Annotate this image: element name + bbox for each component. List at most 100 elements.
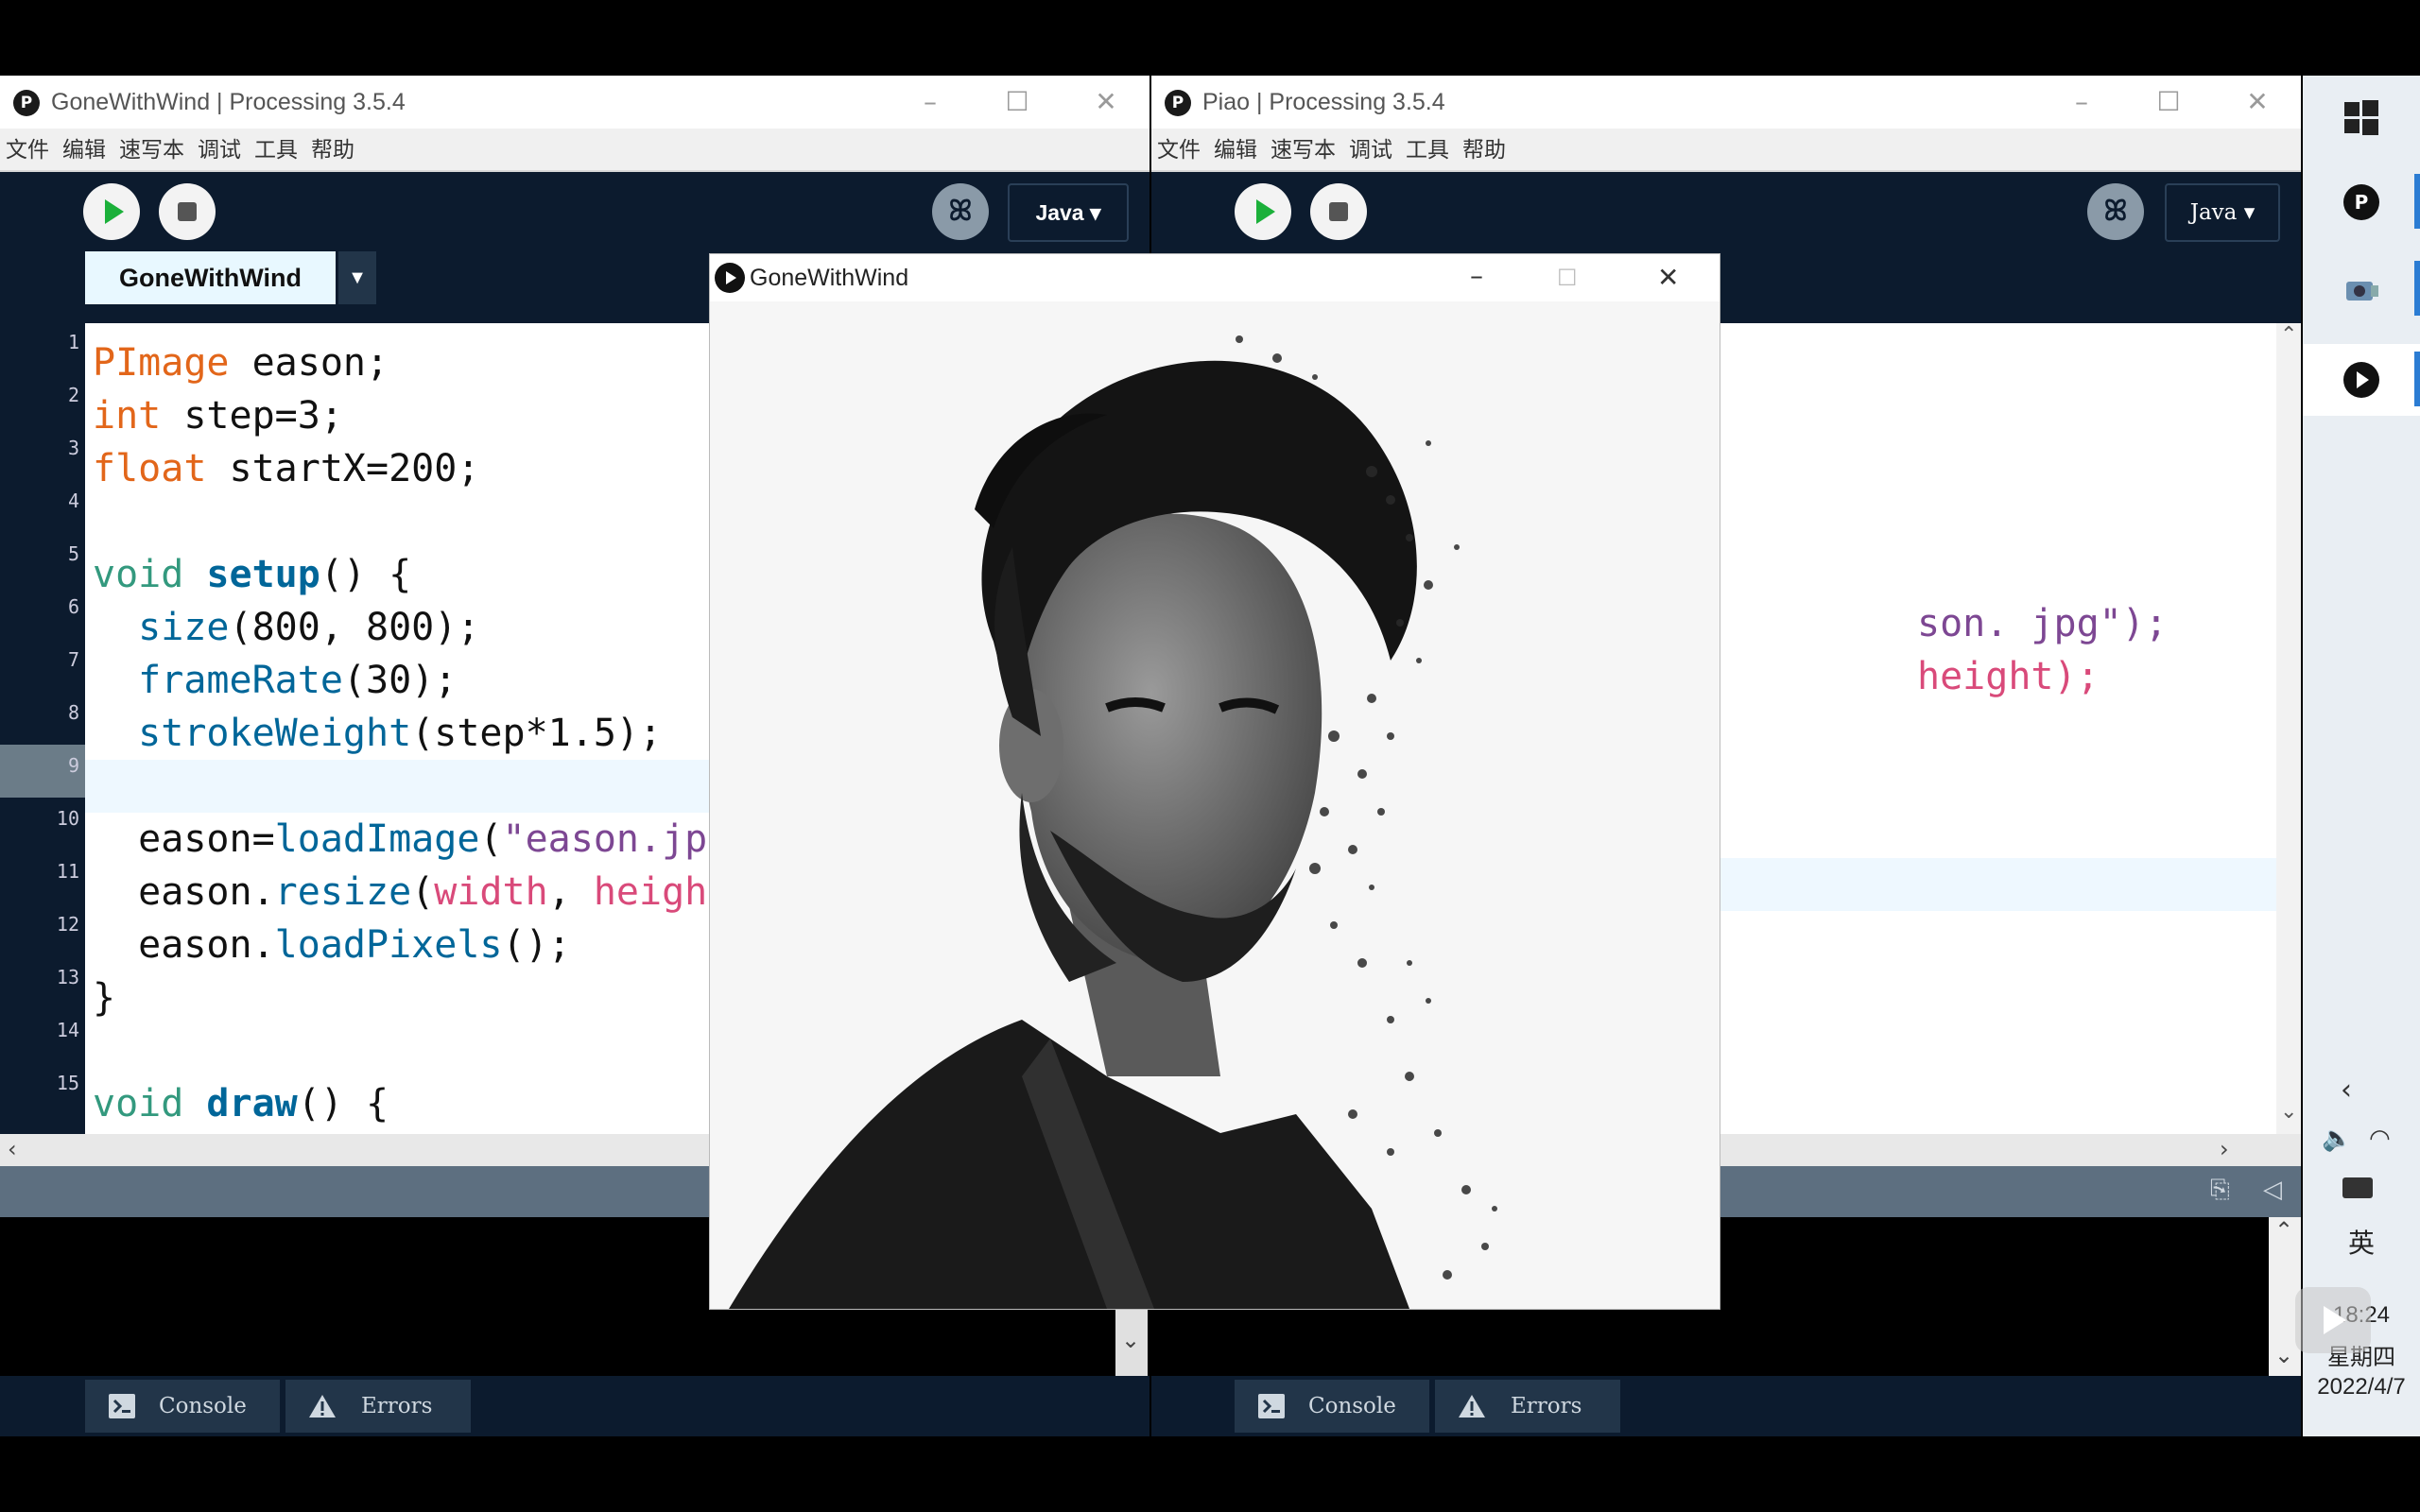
run-button[interactable] xyxy=(1235,183,1291,240)
code-line-8: strokeWeight(step*1.5); xyxy=(138,712,663,755)
scroll-down-icon[interactable]: ⌄ xyxy=(1121,1327,1140,1353)
line-number: 2 xyxy=(67,384,79,406)
sketch-title-bar: GoneWithWind – ☐ ✕ xyxy=(710,254,1720,301)
svg-text:P: P xyxy=(2355,191,2369,214)
tab-gonewithwind[interactable]: GoneWithWind xyxy=(85,251,336,304)
close-icon[interactable]: ✕ xyxy=(2238,76,2276,129)
wifi-icon[interactable]: ◠ xyxy=(2369,1125,2391,1153)
menu-help[interactable]: 帮助 xyxy=(305,129,362,170)
code-fragment-filename: son. jpg"); xyxy=(1917,602,2168,645)
copy-console-icon[interactable]: ⎘ xyxy=(2210,1176,2230,1205)
camera-app-icon[interactable] xyxy=(2342,270,2380,308)
tab-menu-arrow-icon[interactable]: ▼ xyxy=(338,251,376,304)
show-hidden-icons-chevron-icon[interactable]: ‹ xyxy=(2341,1074,2352,1107)
volume-icon[interactable]: 🔈 xyxy=(2322,1125,2352,1153)
scroll-left-icon[interactable]: ‹ xyxy=(8,1136,17,1162)
line-number: 12 xyxy=(56,913,79,936)
scroll-up-icon[interactable]: ⌃ xyxy=(2280,323,2297,347)
minimize-icon[interactable]: – xyxy=(1470,254,1483,298)
debug-butterfly-button[interactable]: ꕤ xyxy=(2087,183,2144,240)
code-line-visible: son. jpg"); xyxy=(1917,597,2168,650)
collapse-console-icon[interactable]: ◁ xyxy=(2263,1176,2282,1204)
line-number: 5 xyxy=(67,542,79,565)
stop-icon xyxy=(1329,202,1348,221)
sketch-run-app-icon[interactable] xyxy=(2342,361,2380,399)
taskbar-active-indicator xyxy=(2414,352,2420,406)
line-number: 1 xyxy=(67,331,79,353)
line-number: 11 xyxy=(56,860,79,883)
warning-icon xyxy=(1459,1395,1485,1418)
code-line-6: size(800, 800); xyxy=(138,606,480,649)
errors-tab[interactable]: Errors xyxy=(1435,1380,1620,1433)
mode-selector[interactable]: Java ▾ xyxy=(1008,183,1129,242)
menu-debug[interactable]: 调试 xyxy=(1343,129,1400,170)
code-line-7: frameRate(30); xyxy=(138,659,458,702)
play-icon xyxy=(1256,199,1275,224)
line-number: 6 xyxy=(67,595,79,618)
code-line-3: float startX=200; xyxy=(93,447,480,490)
code-line-15: void draw() { xyxy=(93,1082,389,1125)
console-tab[interactable]: Console xyxy=(85,1380,280,1433)
minimize-icon[interactable]: – xyxy=(911,76,949,129)
network-icon[interactable] xyxy=(2342,1177,2373,1198)
errors-tab[interactable]: Errors xyxy=(285,1380,471,1433)
code-line-5: void setup() { xyxy=(93,553,412,596)
maximize-icon[interactable]: ☐ xyxy=(998,76,1036,129)
scroll-down-icon[interactable]: ⌄ xyxy=(2274,1342,2293,1368)
errors-tab-label: Errors xyxy=(361,1394,433,1418)
code-line-13: } xyxy=(93,976,116,1020)
stop-button[interactable] xyxy=(1310,183,1367,240)
window-title: Piao | Processing 3.5.4 xyxy=(1202,89,1445,115)
processing-app-icon[interactable]: P xyxy=(2342,183,2380,221)
bottom-tab-bar: Console Errors xyxy=(0,1376,1150,1436)
mode-selector[interactable]: Java ▾ xyxy=(2165,183,2280,242)
vertical-scrollbar[interactable]: ⌃ ⌄ xyxy=(2276,323,2301,1134)
scroll-up-icon[interactable]: ⌃ xyxy=(2274,1217,2293,1244)
play-icon xyxy=(105,199,124,224)
menu-bar: 文件 编辑 速写本 调试 工具 帮助 xyxy=(0,129,1150,172)
menu-debug[interactable]: 调试 xyxy=(192,129,249,170)
windows-start-icon[interactable] xyxy=(2342,98,2380,136)
run-button[interactable] xyxy=(83,183,140,240)
menu-file[interactable]: 文件 xyxy=(1151,129,1208,170)
taskbar-active-indicator xyxy=(2414,174,2420,229)
clock-date[interactable]: 2022/4/7 xyxy=(2303,1374,2420,1400)
menu-edit[interactable]: 编辑 xyxy=(57,129,113,170)
line-number: 10 xyxy=(56,807,79,830)
line-number: 4 xyxy=(67,490,79,512)
menu-tools[interactable]: 工具 xyxy=(1400,129,1457,170)
menu-file[interactable]: 文件 xyxy=(0,129,57,170)
stop-icon xyxy=(178,202,197,221)
toolbar: ꕤ Java ▾ xyxy=(0,172,1150,251)
minimize-icon[interactable]: – xyxy=(2063,76,2100,129)
menu-tools[interactable]: 工具 xyxy=(249,129,305,170)
code-line-visible: height); xyxy=(1917,650,2100,703)
taskbar-active-indicator xyxy=(2414,261,2420,316)
menu-help[interactable]: 帮助 xyxy=(1457,129,1513,170)
code-line-10: eason=loadImage("eason.jpg"); xyxy=(93,817,798,861)
menu-bar: 文件 编辑 速写本 调试 工具 帮助 xyxy=(1151,129,2301,172)
debug-butterfly-button[interactable]: ꕤ xyxy=(932,183,989,240)
maximize-icon[interactable]: ☐ xyxy=(1557,254,1578,301)
console-tab-label: Console xyxy=(159,1394,247,1418)
ime-indicator[interactable]: 英 xyxy=(2303,1223,2420,1261)
console-tab[interactable]: Console xyxy=(1235,1380,1429,1433)
menu-sketch[interactable]: 速写本 xyxy=(113,129,192,170)
window-title: GoneWithWind | Processing 3.5.4 xyxy=(51,89,406,115)
close-icon[interactable]: ✕ xyxy=(1087,76,1125,129)
warning-icon xyxy=(309,1395,336,1418)
maximize-icon[interactable]: ☐ xyxy=(2150,76,2187,129)
menu-sketch[interactable]: 速写本 xyxy=(1265,129,1343,170)
line-number: 3 xyxy=(67,437,79,459)
taskbar: P ‹ 🔈 ◠ 英 18:24 星期四 2022/4/7 xyxy=(2295,76,2420,1436)
stop-button[interactable] xyxy=(159,183,216,240)
scroll-right-icon[interactable]: › xyxy=(2220,1136,2229,1162)
close-icon[interactable]: ✕ xyxy=(1657,254,1679,301)
portrait-dispersion-image xyxy=(710,301,1720,1309)
sketch-canvas[interactable] xyxy=(710,301,1720,1309)
console-icon xyxy=(109,1394,135,1418)
scroll-down-icon[interactable]: ⌄ xyxy=(2280,1100,2297,1124)
video-play-overlay-icon[interactable] xyxy=(2295,1287,2371,1353)
line-number-gutter: 1 2 3 4 5 6 7 8 9 10 11 12 13 14 15 xyxy=(0,304,85,1211)
menu-edit[interactable]: 编辑 xyxy=(1208,129,1265,170)
